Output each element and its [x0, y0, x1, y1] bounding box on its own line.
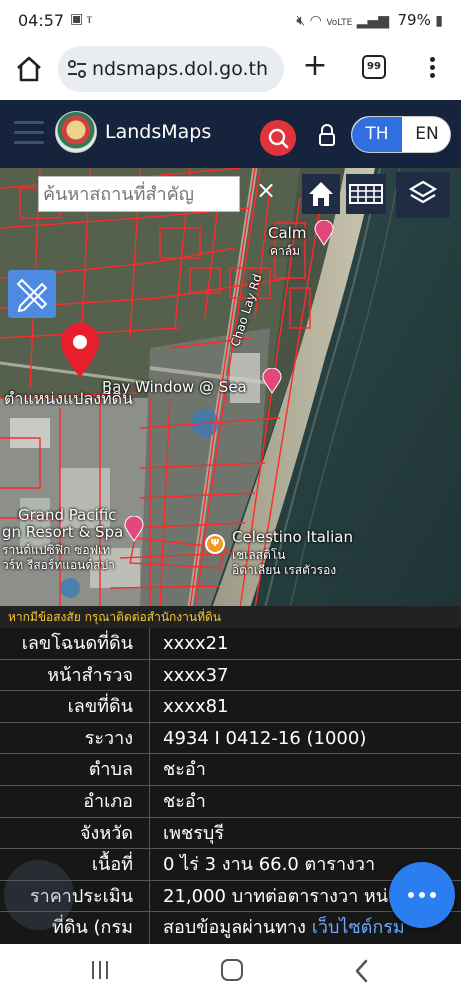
department-website-link[interactable]: เว็บไซต์กรม: [312, 917, 405, 938]
restaurant-poi-icon[interactable]: Ψ: [205, 534, 225, 554]
browser-menu-icon[interactable]: [424, 54, 440, 84]
row-value-text: สอบข้อมูลผ่านทาง: [163, 917, 306, 939]
map-home-button[interactable]: [302, 174, 340, 214]
lock-icon[interactable]: [318, 124, 336, 146]
map-layers-button[interactable]: [396, 172, 450, 218]
home-icon: [309, 182, 333, 206]
home-icon[interactable]: [14, 54, 44, 84]
background-fab-shadow: [4, 860, 74, 930]
row-value: xxxx21: [163, 633, 229, 654]
map-label-calm: Calm: [268, 224, 307, 242]
battery-level: 79%: [397, 11, 431, 29]
row-value: xxxx81: [163, 696, 229, 718]
status-bar: 04:57 ▣ⲧ 🔇︎ ◠ VoLTE ▂▄▆ 79% ▮: [0, 0, 461, 42]
row-label: ระวาง: [0, 722, 150, 754]
table-row: ที่ดิน (กรม สอบข้อมูลผ่านทาง เว็บไซต์กรม: [0, 912, 461, 944]
new-tab-button[interactable]: +: [300, 51, 330, 82]
ruler-pencil-icon: [16, 278, 48, 313]
row-label: เลขที่ดิน: [0, 691, 150, 722]
place-search-input[interactable]: [39, 177, 239, 211]
department-seal-logo: [55, 111, 97, 153]
parcel-location-pin-icon[interactable]: [58, 322, 102, 380]
recent-apps-icon[interactable]: [92, 961, 114, 981]
hamburger-menu-icon[interactable]: [14, 121, 44, 145]
row-label: จังหวัด: [0, 817, 150, 849]
status-time: 04:57: [18, 11, 65, 30]
row-value: xxxx37: [163, 664, 229, 686]
row-value: 4934 I 0412-16 (1000): [163, 727, 367, 749]
map-label-celestino: Celestino Italian: [232, 528, 353, 546]
system-navigation-bar: [0, 944, 461, 1000]
status-notification-icons: ▣ⲧ: [70, 11, 95, 27]
contact-notice: หากมีข้อสงสัย กรุณาติดต่อสำนักงานที่ดิน: [0, 606, 461, 628]
layers-icon: [408, 180, 438, 204]
row-label: ตำบล: [0, 754, 150, 785]
clear-search-button[interactable]: ×: [254, 176, 278, 206]
table-row: เลขที่ดิน xxxx81: [0, 691, 461, 723]
image-icon: ▣: [70, 11, 87, 27]
hotel-poi-icon[interactable]: [124, 516, 144, 542]
search-button[interactable]: [260, 120, 296, 156]
browser-toolbar: ndsmaps.dol.go.th + 99: [0, 42, 461, 100]
volte-icon: VoLTE: [326, 18, 353, 28]
tab-switcher-button[interactable]: 99: [362, 55, 386, 79]
wifi-icon: ◠: [309, 13, 322, 29]
row-value: ชะอำ: [163, 759, 206, 781]
table-row: ตำบล ชะอำ: [0, 754, 461, 786]
row-label: อำเภอ: [0, 785, 150, 817]
table-row: หน้าสำรวจ xxxx37: [0, 659, 461, 692]
hotel-poi-icon[interactable]: [314, 220, 334, 246]
back-icon[interactable]: [352, 958, 372, 984]
table-row: เลขโฉนดที่ดิน xxxx21: [0, 628, 461, 660]
map-label-grand-pacific: Grand Pacific: [18, 506, 117, 524]
more-options-button[interactable]: [389, 862, 455, 928]
map-label-celestino-th2: อิตาเลียน เรสตัวรอง: [232, 563, 337, 577]
app-title: LandsMaps: [105, 121, 212, 143]
signal-antenna-icon: ⲧ: [86, 11, 96, 27]
row-value: เพชรบุรี: [163, 822, 224, 844]
url-text: ndsmaps.dol.go.th: [92, 58, 269, 80]
lang-th-button[interactable]: TH: [352, 117, 402, 152]
map-label-grand-pacific-th2: วร์ท รีสอร์ทแอนด์สปา: [2, 558, 115, 572]
hotel-poi-icon[interactable]: [262, 368, 282, 394]
map-label-calm-th: คาล์ม: [270, 244, 301, 258]
site-settings-icon[interactable]: [66, 58, 88, 80]
grid-icon: [349, 184, 383, 204]
map-view[interactable]: Calm คาล์ม Chao Lay Rd Bay Window @ Sea …: [0, 168, 461, 608]
row-label: เลขโฉนดที่ดิน: [0, 628, 150, 659]
table-row: จังหวัด เพชรบุรี: [0, 817, 461, 850]
mute-icon: 🔇︎: [296, 13, 306, 29]
table-row: อำเภอ ชะอำ: [0, 785, 461, 818]
map-grid-button[interactable]: [346, 174, 386, 214]
battery-icon: ▮: [435, 13, 443, 29]
nav-home-icon[interactable]: [221, 959, 243, 981]
row-label: หน้าสำรวจ: [0, 659, 150, 691]
table-row: ระวาง 4934 I 0412-16 (1000): [0, 722, 461, 755]
table-row: เนื้อที่ 0 ไร่ 3 งาน 66.0 ตารางวา: [0, 849, 461, 881]
map-measure-button[interactable]: [8, 270, 56, 318]
row-value: ชะอำ: [163, 790, 206, 812]
status-system-icons: 🔇︎ ◠ VoLTE ▂▄▆ 79% ▮: [296, 11, 443, 29]
address-bar[interactable]: ndsmaps.dol.go.th: [58, 46, 284, 92]
language-toggle[interactable]: TH EN: [351, 116, 451, 153]
map-label-parcel-position: ตำแหน่งแปลงที่ดิน: [4, 389, 133, 408]
cell-signal-icon: ▂▄▆: [356, 13, 390, 29]
map-label-grand-pacific-2: gn Resort & Spa: [2, 523, 124, 541]
lang-en-button[interactable]: EN: [402, 117, 450, 152]
search-icon: [268, 128, 289, 149]
place-search-box[interactable]: [38, 176, 240, 212]
